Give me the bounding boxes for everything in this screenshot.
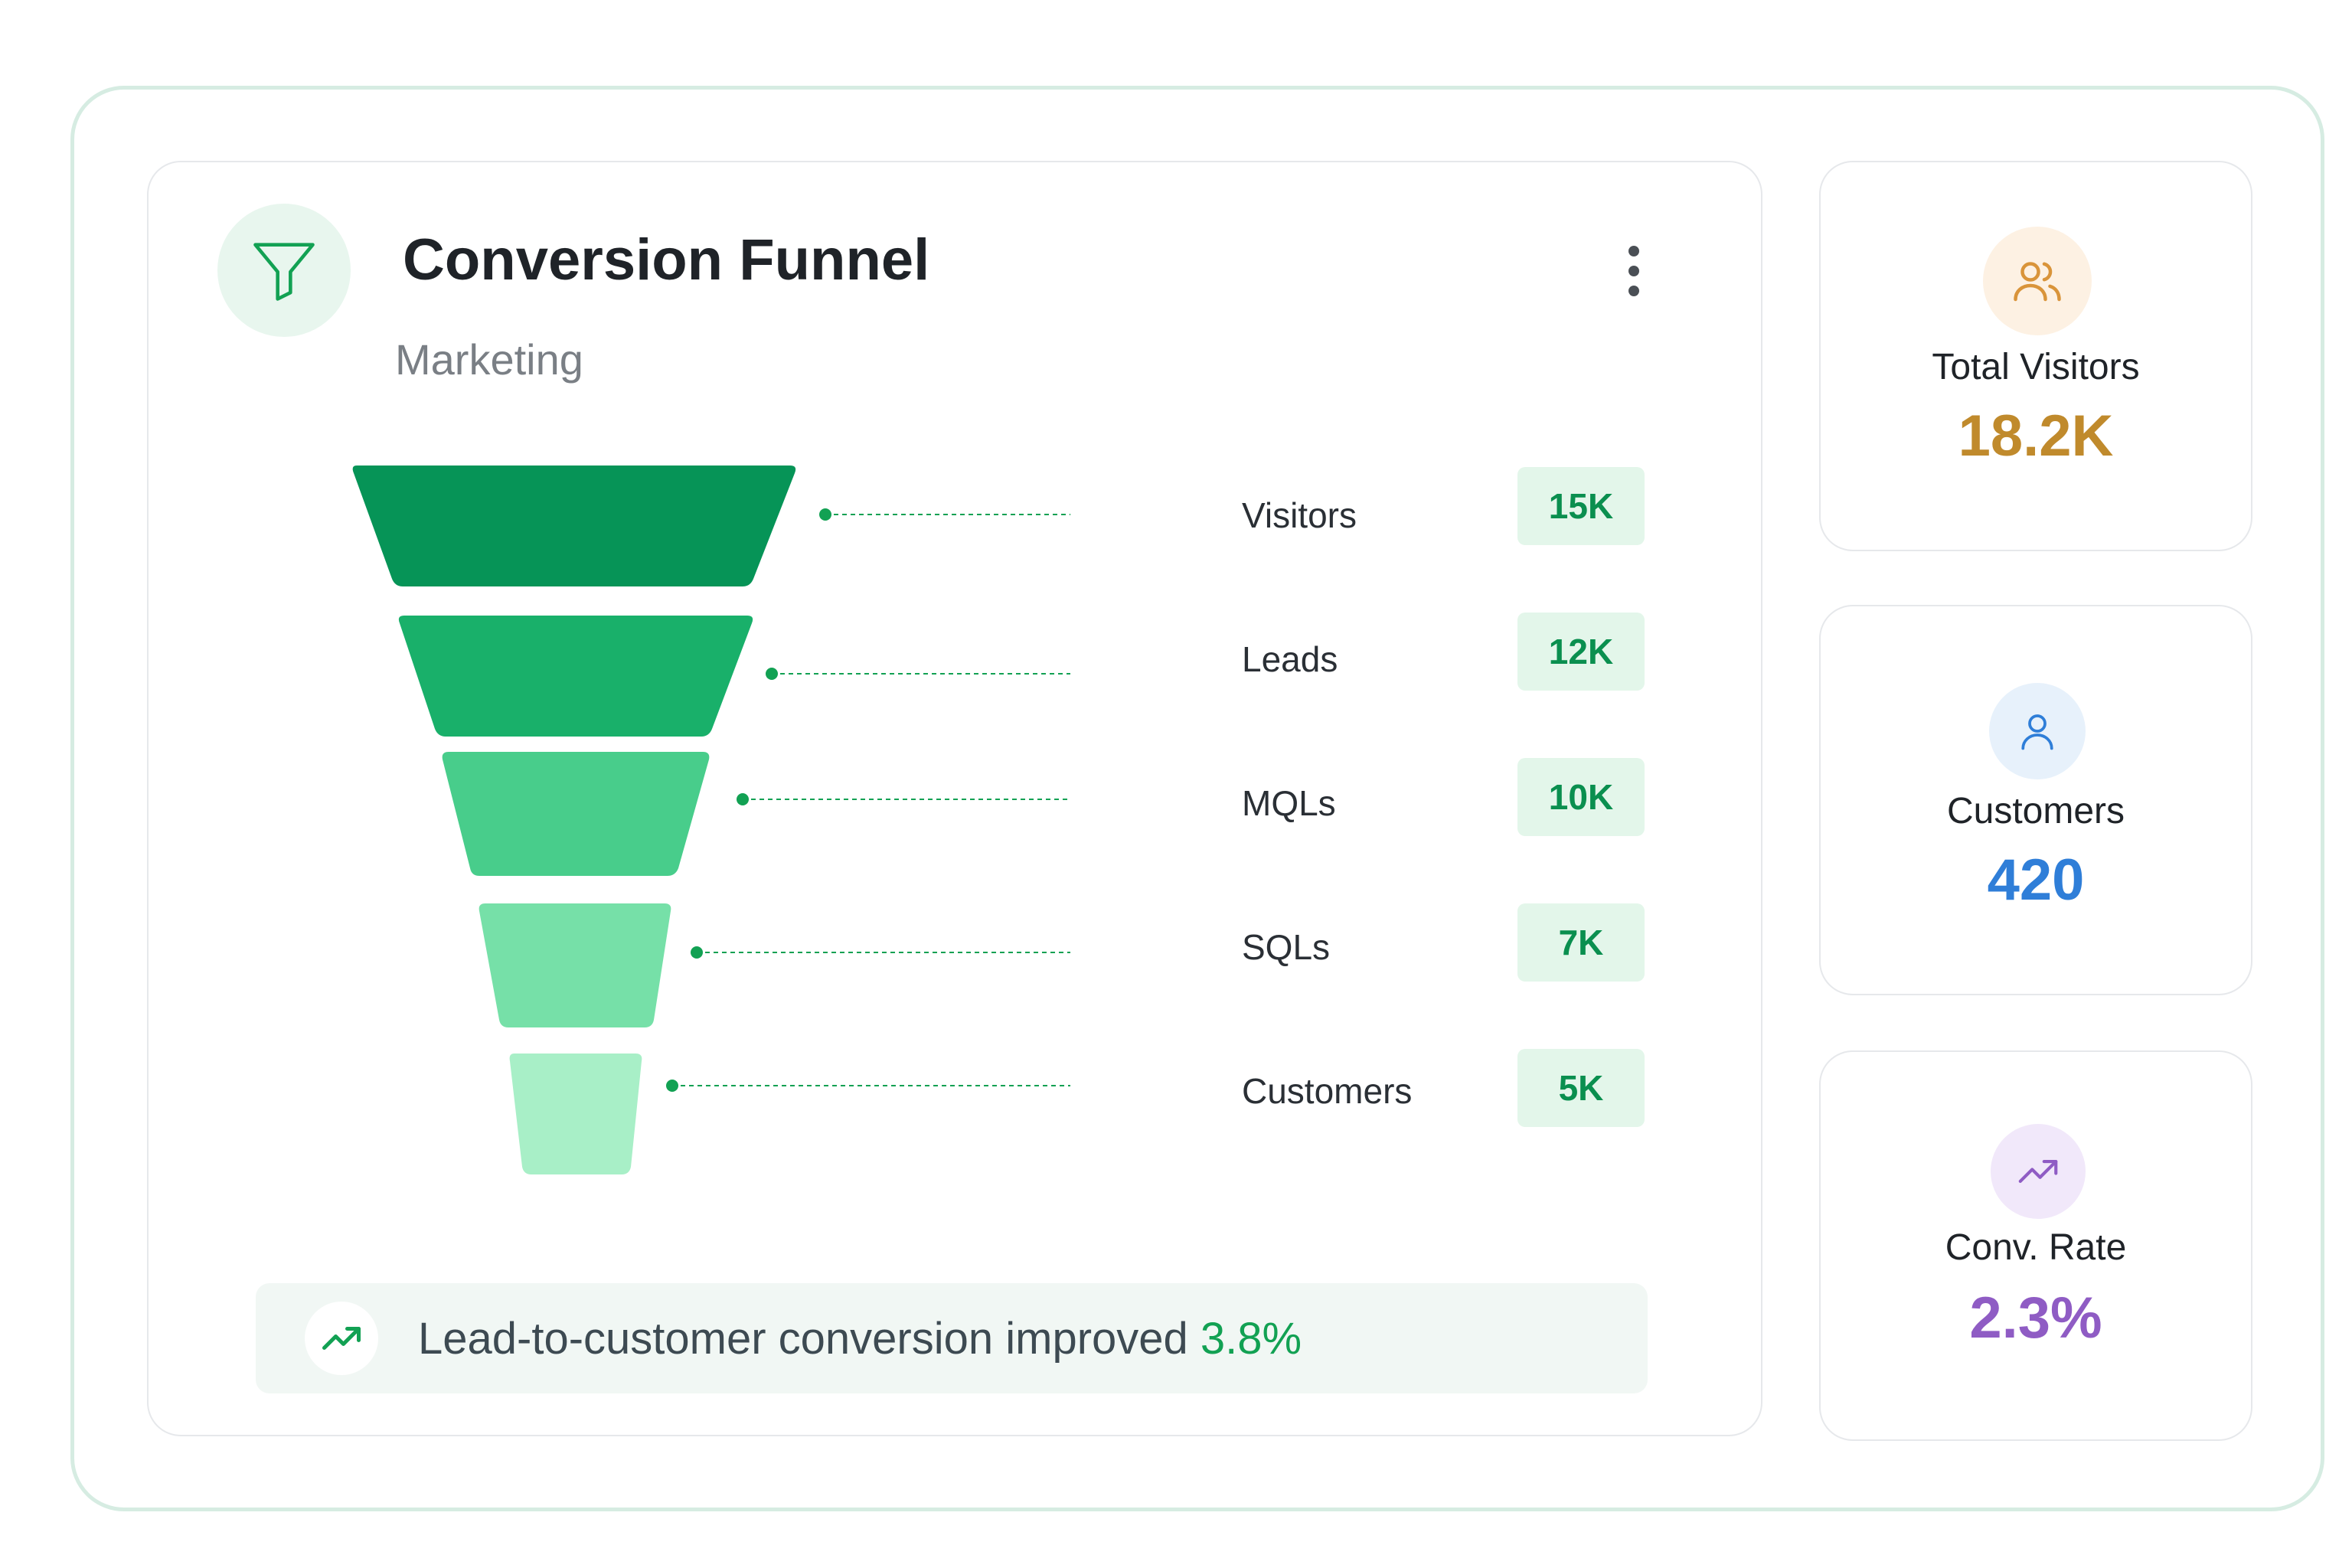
stage-value-visitors: 15K — [1517, 467, 1645, 545]
stat-card-total-visitors: Total Visitors 18.2K — [1819, 161, 2252, 551]
insight-message: Lead-to-customer conversion improved — [418, 1314, 1200, 1364]
stage-label-sqls: SQLs — [1242, 927, 1331, 967]
stage-label-leads: Leads — [1242, 639, 1338, 679]
stage-label-customers: Customers — [1242, 1071, 1413, 1111]
leader-dot-leads — [766, 668, 778, 680]
stage-value-leads: 12K — [1517, 612, 1645, 691]
insight-icon-badge — [305, 1302, 378, 1375]
trending-up-icon — [322, 1327, 361, 1350]
stat-label: Total Visitors — [1932, 347, 2140, 387]
insight-value: 3.8% — [1200, 1314, 1302, 1364]
leader-dot-sqls — [691, 946, 703, 959]
stat-value: 420 — [1987, 848, 2085, 913]
funnel-segment-visitors — [352, 466, 796, 586]
stat-label: Customers — [1946, 791, 2125, 831]
stat-icon-badge — [1989, 683, 2086, 779]
stage-label-visitors: Visitors — [1242, 495, 1357, 535]
stage-value-sqls: 7K — [1517, 903, 1645, 982]
user-icon — [2021, 714, 2053, 750]
stat-card-customers: Customers 420 — [1819, 605, 2252, 995]
stat-icon-badge — [1991, 1124, 2086, 1219]
stat-label: Conv. Rate — [1945, 1227, 2127, 1268]
leader-dot-customers — [666, 1080, 678, 1092]
stat-value: 18.2K — [1958, 403, 2114, 469]
insight-text: Lead-to-customer conversion improved 3.8… — [418, 1317, 1302, 1361]
funnel-segment-mqls — [442, 752, 710, 876]
stage-value-customers: 5K — [1517, 1049, 1645, 1127]
funnel-segment-leads — [398, 616, 753, 737]
leader-dot-visitors — [819, 508, 831, 521]
users-icon — [2014, 262, 2061, 302]
trending-up-icon — [2018, 1160, 2058, 1183]
insight-banner: Lead-to-customer conversion improved 3.8… — [256, 1283, 1648, 1393]
leader-dot-mqls — [737, 793, 749, 805]
stage-label-mqls: MQLs — [1242, 783, 1336, 823]
stat-icon-badge — [1983, 227, 2092, 335]
stage-value-mqls: 10K — [1517, 758, 1645, 836]
funnel-segment-sqls — [479, 903, 671, 1027]
stat-card-conv-rate: Conv. Rate 2.3% — [1819, 1050, 2252, 1441]
stat-value: 2.3% — [1969, 1285, 2102, 1351]
funnel-segment-customers — [509, 1054, 642, 1174]
